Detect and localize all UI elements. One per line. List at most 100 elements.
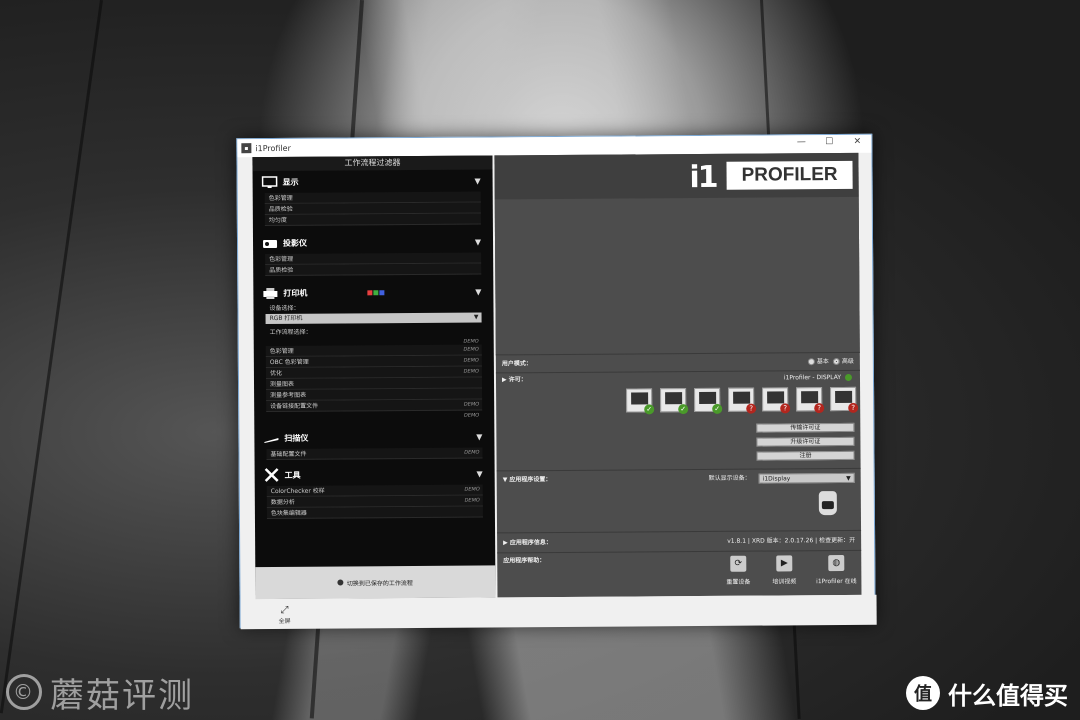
tools-icon xyxy=(263,468,281,482)
question-icon: ? xyxy=(848,402,859,413)
collapse-arrow-icon[interactable]: ▼ xyxy=(475,287,481,296)
section-header-scanner[interactable]: 扫描仪 ▼ xyxy=(262,425,486,449)
upgrade-license-button[interactable]: 升级许可证 xyxy=(756,436,855,447)
tool-label: 重置设备 xyxy=(726,578,751,586)
select-value: RGB 打印机 xyxy=(269,314,303,322)
demo-tag-row: DEMO xyxy=(266,411,482,424)
display-license-icon[interactable]: ✓ xyxy=(626,388,655,415)
demo-tag: DEMO xyxy=(464,486,480,493)
license-device-text: i1Profiler - DISPLAY xyxy=(783,374,842,382)
main-panel: i1 PROFILER 用户模式： 基本 高级 ▶ 许可： i1Profiler… xyxy=(494,152,862,598)
item-label: 色块集编辑器 xyxy=(270,509,307,517)
watermark-right: 值 什么值得买 xyxy=(906,674,1068,712)
tools-section: 工具 ▼ ColorChecker 校样 DEMO 数据分析 DEMO 色块集编辑器 xyxy=(255,462,495,520)
question-icon: ? xyxy=(780,403,791,414)
display-qa-license-icon[interactable]: ✓ xyxy=(660,388,689,415)
collapse-arrow-icon[interactable]: ▼ xyxy=(476,432,482,441)
section-header-tools[interactable]: 工具 ▼ xyxy=(263,462,487,486)
question-icon: ? xyxy=(746,403,757,414)
user-mode-options: 基本 高级 xyxy=(806,353,854,371)
item-label: 测量图表 xyxy=(269,380,295,388)
projector-section: 投影仪 ▼ 色彩管理 品质检验 xyxy=(253,230,493,277)
section-title: 投影仪 xyxy=(282,238,308,248)
video-icon: ▶ xyxy=(776,555,793,572)
chip-blue xyxy=(379,289,385,295)
workflow-item[interactable]: 基础配置文件 DEMO xyxy=(266,447,483,461)
expand-icon: ⤢ xyxy=(280,604,289,616)
radio-basic-label: 基本 xyxy=(816,358,829,366)
colorimeter-icon xyxy=(818,491,837,516)
smzdm-logo-icon: 值 xyxy=(906,676,940,710)
section-header-display[interactable]: 显示 ▼ xyxy=(261,169,485,193)
version-info: v1.8.1 | XRD 版本：2.0.17.26 | 检查更新：开 xyxy=(727,536,856,545)
app-settings-label[interactable]: ▼ 应用程序设置： xyxy=(503,476,552,483)
radio-advanced-label: 高级 xyxy=(841,357,854,366)
workflow-item[interactable]: 品质检验 xyxy=(265,263,482,277)
license-label[interactable]: ▶ 许可： xyxy=(502,376,527,383)
radio-basic[interactable] xyxy=(807,358,815,366)
select-value: i1Display xyxy=(762,475,791,483)
maximize-button[interactable]: ☐ xyxy=(815,137,843,147)
fullscreen-button[interactable]: ⤢ 全屏 xyxy=(279,605,291,625)
watermark-left-text: 蘑菇评测 xyxy=(50,675,194,716)
projector-license-icon[interactable]: ✓ xyxy=(694,387,723,414)
watermark-right-text: 什么值得买 xyxy=(948,681,1068,710)
collapse-arrow-icon[interactable]: ▼ xyxy=(476,469,482,478)
app-info-label[interactable]: ▶ 应用程序信息： xyxy=(503,539,552,546)
printer-device-select[interactable]: RGB 打印机 ▼ xyxy=(265,312,482,325)
device-reset-icon: ⟳ xyxy=(730,555,747,572)
watermark-left: © 蘑菇评测 xyxy=(6,672,194,716)
register-button[interactable]: 注册 xyxy=(756,450,855,461)
transfer-license-button[interactable]: 传输许可证 xyxy=(756,422,855,433)
close-button[interactable]: ✕ xyxy=(843,137,871,147)
display-section: 显示 ▼ 色彩管理 品质检验 均匀度 xyxy=(253,169,493,227)
item-label: 设备链接配置文件 xyxy=(270,402,319,410)
minimize-button[interactable]: — xyxy=(787,137,815,147)
item-label: 优化 xyxy=(269,369,282,377)
radio-advanced[interactable] xyxy=(832,358,840,366)
app-help-label: 应用程序帮助： xyxy=(503,557,546,565)
collapse-arrow-icon[interactable]: ▼ xyxy=(475,237,481,246)
switch-icon xyxy=(337,579,344,586)
fullscreen-label: 全屏 xyxy=(278,617,291,625)
check-icon xyxy=(844,373,853,381)
default-device-label: 默认显示设备： xyxy=(708,474,751,482)
workflow-item[interactable]: 均匀度 xyxy=(264,213,481,227)
section-header-projector[interactable]: 投影仪 ▼ xyxy=(261,230,485,254)
demo-tag: DEMO xyxy=(463,357,479,364)
item-label: 数据分析 xyxy=(270,498,295,506)
saved-workflow-switch[interactable]: 切换到已保存的工作流程 xyxy=(255,565,496,600)
copyright-icon: © xyxy=(6,674,42,710)
section-title: 打印机 xyxy=(283,288,308,298)
section-title: 工具 xyxy=(284,470,301,480)
projector-icon xyxy=(261,236,279,250)
workflow-filter-panel: 工作流程过滤器 显示 ▼ 色彩管理 品质检验 均匀度 投影仪 ▼ 色彩管理 品质… xyxy=(252,155,496,600)
license-icons: ✓ ✓ ✓ ? ? ? ? xyxy=(626,386,859,415)
cmyk-license-icon[interactable]: ? xyxy=(762,387,791,414)
logo-area: i1 PROFILER xyxy=(494,152,859,200)
tool-label: 培训视频 xyxy=(772,578,797,586)
chip-green xyxy=(373,289,379,295)
chevron-down-icon: ▼ xyxy=(473,313,479,321)
item-label: ColorChecker 校样 xyxy=(270,487,325,495)
online-tool[interactable]: ◍ i1Profiler 在线 xyxy=(813,554,859,590)
collapse-arrow-icon[interactable]: ▼ xyxy=(474,176,480,185)
training-video-tool[interactable]: ▶ 培训视频 xyxy=(761,555,807,590)
window-title: i1Profiler xyxy=(255,143,291,153)
chip-red xyxy=(367,289,373,295)
printer-license-icon[interactable]: ? xyxy=(728,387,757,414)
pen-license-icon[interactable]: ? xyxy=(830,386,859,413)
app-icon: ▪ xyxy=(241,143,252,154)
scanner-license-icon[interactable]: ? xyxy=(796,387,825,414)
app-settings-label-text: 应用程序设置： xyxy=(509,476,552,484)
section-title: 扫描仪 xyxy=(284,433,309,443)
question-icon: ? xyxy=(814,403,825,414)
reset-device-tool[interactable]: ⟳ 重置设备 xyxy=(715,555,761,591)
section-header-printer[interactable]: 打印机 ▼ xyxy=(261,280,485,304)
default-device-select[interactable]: i1Display ▼ xyxy=(758,472,855,484)
license-row: ▶ 许可： i1Profiler - DISPLAY ✓ ✓ ✓ ? ? ? ?… xyxy=(495,370,861,472)
demo-tag: DEMO xyxy=(463,346,479,353)
workflow-item[interactable]: 色块集编辑器 xyxy=(266,506,483,520)
color-chips xyxy=(367,289,385,295)
label-text: 工作流程选择： xyxy=(269,328,312,336)
